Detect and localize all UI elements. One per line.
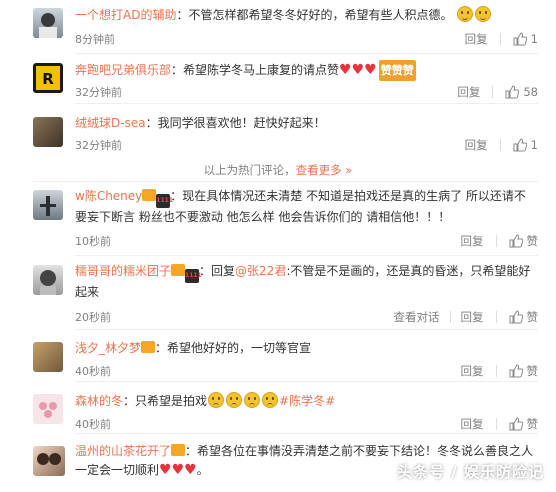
- vip-crown-icon: [142, 189, 157, 201]
- thumbs-up-icon: [509, 417, 523, 431]
- thumbs-up-icon: [509, 364, 523, 378]
- timestamp: 40秒前: [75, 365, 111, 378]
- avatar[interactable]: [33, 342, 63, 372]
- username[interactable]: 浅夕_林夕梦: [75, 341, 141, 355]
- comment-3: 绒绒球D-sea：我同学很喜欢他！赶快好起来！ 32分钟前 回复 1: [0, 104, 556, 156]
- sad-emoji-icon: [244, 392, 261, 408]
- reply-button[interactable]: 回复: [461, 416, 484, 432]
- avatar[interactable]: [33, 8, 63, 38]
- avatar[interactable]: [33, 394, 63, 424]
- avatar[interactable]: R: [33, 63, 63, 93]
- reply-button[interactable]: 回复: [461, 233, 484, 249]
- hot-comments-notice: 以上为热门评论，查看更多 »: [203, 163, 353, 177]
- like-button[interactable]: 赞: [509, 233, 538, 249]
- avatar[interactable]: [33, 265, 63, 295]
- like-button[interactable]: 赞: [509, 363, 538, 379]
- like-button[interactable]: 1: [513, 138, 538, 152]
- comment-text: 奔跑吧兄弟俱乐部：希望陈学冬马上康复的请点赞♥♥♥ 赞赞赞: [75, 60, 536, 81]
- sad-emoji-icon: [226, 392, 243, 408]
- thumbs-up-icon: [509, 234, 523, 248]
- avatar[interactable]: [33, 190, 63, 220]
- avatar[interactable]: [33, 117, 63, 147]
- vip-crown-icon: [141, 341, 156, 353]
- heart-emoji-icon: ♥♥♥: [339, 62, 377, 78]
- comment-2: R 奔跑吧兄弟俱乐部：希望陈学冬马上康复的请点赞♥♥♥ 赞赞赞 32分钟前 回复 …: [0, 54, 556, 104]
- thumbs-up-icon: [513, 32, 527, 46]
- badge-1111-icon: 1111: [156, 194, 173, 208]
- username[interactable]: w陈Cheney: [75, 189, 142, 203]
- comment-text: 糯哥哥的糯米团子 1111：回复@张22君:不管是不是画的，还是真的昏迷，只希望能…: [75, 264, 531, 299]
- view-more-link[interactable]: 查看更多 »: [296, 163, 353, 177]
- badge-1111-icon: 1111: [185, 269, 202, 283]
- comment-4: w陈Cheney 1111：现在具体情况还未清楚 不知道是拍戏还是真的生病了 所以…: [0, 182, 556, 256]
- heart-emoji-icon: ♥♥♥: [159, 462, 197, 478]
- reply-button[interactable]: 回复: [465, 31, 488, 47]
- username[interactable]: 温州的山茶花开了: [75, 444, 171, 458]
- timestamp: 40秒前: [75, 418, 111, 431]
- username[interactable]: 森林的冬: [75, 394, 123, 408]
- like-button[interactable]: 赞: [509, 416, 538, 432]
- zan-sticker-icon: 赞赞赞: [378, 60, 416, 81]
- timestamp: 32分钟前: [75, 86, 122, 99]
- timestamp: 32分钟前: [75, 139, 122, 152]
- smile-emoji-icon: [457, 6, 474, 22]
- vip-crown-icon: [171, 264, 186, 276]
- thumbs-up-icon: [513, 138, 527, 152]
- sad-emoji-icon: [262, 392, 279, 408]
- like-button[interactable]: 赞: [509, 309, 538, 325]
- username[interactable]: 绒绒球D-sea: [75, 116, 146, 130]
- vip-crown-icon: [171, 444, 186, 456]
- username[interactable]: 一个想打AD的辅助: [75, 8, 176, 22]
- reply-button[interactable]: 回复: [457, 84, 480, 100]
- mention-link[interactable]: @张22君: [235, 264, 286, 278]
- reply-button[interactable]: 回复: [461, 309, 484, 325]
- comment-5: 糯哥哥的糯米团子 1111：回复@张22君:不管是不是画的，还是真的昏迷，只希望能…: [0, 256, 556, 330]
- thumbs-up-icon: [509, 310, 523, 324]
- avatar[interactable]: [33, 446, 65, 476]
- comment-text: 绒绒球D-sea：我同学很喜欢他！赶快好起来！: [75, 116, 326, 130]
- thumbs-up-icon: [505, 85, 520, 99]
- comment-6: 浅夕_林夕梦 ：希望他好好的，一切等官宣 40秒前 回复 赞: [0, 330, 556, 382]
- comment-7: 森林的冬：只希望是拍戏 #陈学冬# 40秒前 回复 赞: [0, 382, 556, 434]
- username[interactable]: 奔跑吧兄弟俱乐部: [75, 63, 171, 77]
- comment-text: w陈Cheney 1111：现在具体情况还未清楚 不知道是拍戏还是真的生病了 所以…: [75, 189, 526, 224]
- username[interactable]: 糯哥哥的糯米团子: [75, 264, 171, 278]
- timestamp: 10秒前: [75, 235, 111, 248]
- comment-text: 一个想打AD的辅助：不管怎样都希望冬冬好好的，希望有些人积点德。: [75, 6, 536, 25]
- watermark: 头条号 / 娱乐防险记: [397, 463, 544, 481]
- hashtag-link[interactable]: #陈学冬#: [279, 394, 335, 408]
- view-conversation-button[interactable]: 查看对话: [394, 309, 440, 325]
- like-button[interactable]: 1: [513, 32, 538, 46]
- smile-emoji-icon: [475, 6, 492, 22]
- reply-button[interactable]: 回复: [465, 137, 488, 153]
- comment-1: 一个想打AD的辅助：不管怎样都希望冬冬好好的，希望有些人积点德。 8分钟前 回复…: [0, 0, 556, 54]
- reply-button[interactable]: 回复: [461, 363, 484, 379]
- like-button[interactable]: 58: [505, 85, 538, 99]
- timestamp: 8分钟前: [75, 33, 115, 46]
- timestamp: 20秒前: [75, 311, 111, 324]
- comment-text: 浅夕_林夕梦 ：希望他好好的，一切等官宣: [75, 341, 312, 355]
- svg-text:R: R: [42, 70, 54, 88]
- sad-emoji-icon: [208, 392, 225, 408]
- comment-text: 森林的冬：只希望是拍戏 #陈学冬#: [75, 392, 336, 408]
